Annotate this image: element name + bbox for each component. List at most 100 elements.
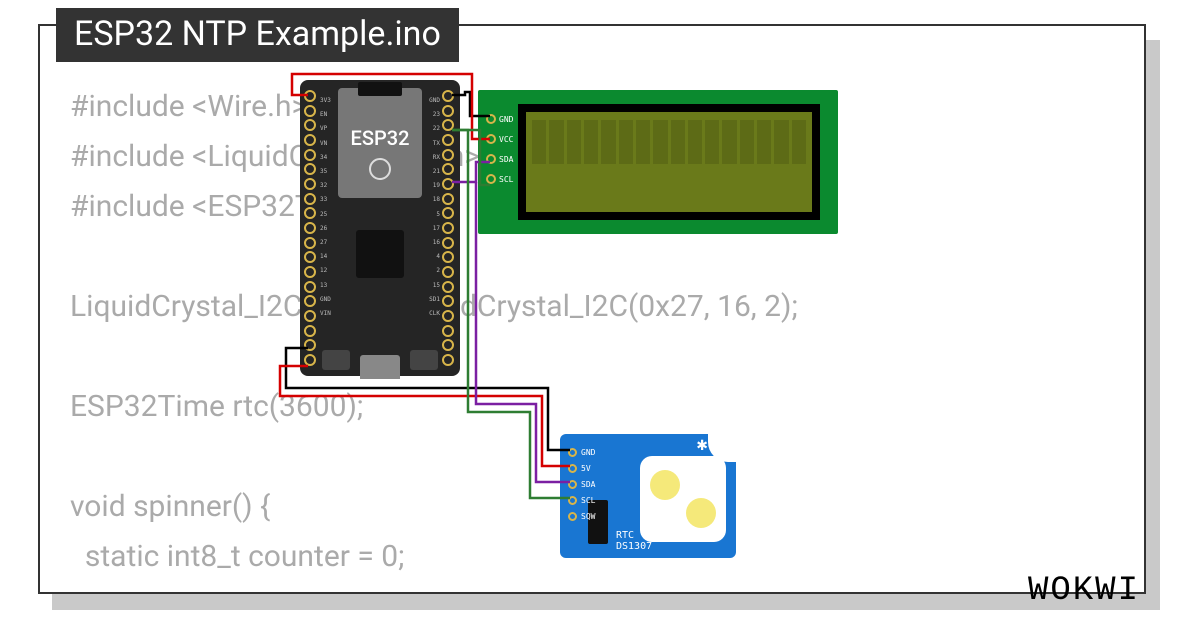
lcd-char-cell bbox=[774, 120, 788, 164]
lcd-char-cell bbox=[671, 120, 685, 164]
lcd-pin: GND bbox=[486, 114, 513, 124]
lcd-module: GND VCC SDA SCL bbox=[478, 90, 838, 234]
lcd-char-cell bbox=[532, 120, 546, 164]
pin-label: GND bbox=[581, 448, 595, 457]
pin-dot bbox=[486, 174, 496, 184]
pin-label: SCL bbox=[499, 175, 513, 184]
pin-pad bbox=[304, 266, 316, 278]
pin-label: VCC bbox=[499, 135, 513, 144]
pin-pad bbox=[442, 251, 454, 263]
antenna-icon bbox=[358, 82, 402, 96]
pin-pad bbox=[442, 310, 454, 322]
pin-pad bbox=[442, 193, 454, 205]
pin-pad bbox=[442, 119, 454, 131]
usb-port-icon bbox=[360, 355, 400, 379]
boot-button bbox=[322, 350, 350, 370]
pin-dot bbox=[568, 464, 577, 473]
lcd-char-cell bbox=[722, 120, 736, 164]
pin-pad bbox=[304, 90, 316, 102]
esp32-board: ESP32 3V3 EN VP VN 34 35 32 33 25 26 27 … bbox=[300, 80, 460, 376]
pin-pad bbox=[442, 354, 454, 366]
coin-cell-holder-icon bbox=[640, 456, 726, 542]
lcd-char-cell bbox=[567, 120, 581, 164]
pin-pad bbox=[442, 339, 454, 351]
adafruit-star-icon: ✱ bbox=[696, 438, 708, 454]
pin-pad bbox=[442, 325, 454, 337]
rtc-pin: GND bbox=[568, 448, 595, 457]
pin-dot bbox=[568, 448, 577, 457]
pin-pad bbox=[304, 325, 316, 337]
pin-pad bbox=[304, 222, 316, 234]
pin-pad bbox=[442, 90, 454, 102]
pin-pad bbox=[304, 163, 316, 175]
lcd-char-cell bbox=[619, 120, 633, 164]
pin-pad bbox=[442, 295, 454, 307]
pin-pad bbox=[304, 119, 316, 131]
rtc-label-line2: DS1307 bbox=[616, 541, 652, 552]
file-title: ESP32 NTP Example.ino bbox=[74, 14, 441, 54]
pin-pad bbox=[442, 134, 454, 146]
rtc-label: RTC DS1307 bbox=[616, 530, 652, 552]
lcd-i2c-pins: GND VCC SDA SCL bbox=[486, 114, 513, 184]
pin-pad bbox=[442, 105, 454, 117]
pin-pad bbox=[442, 163, 454, 175]
pin-dot bbox=[486, 114, 496, 124]
rtc-label-line1: RTC bbox=[616, 530, 652, 541]
preview-card: #include <Wire.h> #include <LiquidCrysta… bbox=[38, 24, 1146, 594]
pin-dot bbox=[568, 512, 577, 521]
esp32-label: ESP32 bbox=[338, 126, 422, 150]
pin-pad bbox=[304, 310, 316, 322]
pin-pad bbox=[304, 134, 316, 146]
pin-pad bbox=[304, 193, 316, 205]
lcd-cell-row bbox=[532, 120, 806, 164]
circuit-diagram: ESP32 3V3 EN VP VN 34 35 32 33 25 26 27 … bbox=[40, 26, 1144, 592]
espressif-logo-icon bbox=[369, 158, 391, 180]
rtc-pin: SDA bbox=[568, 480, 595, 489]
rtc-pin: 5V bbox=[568, 464, 595, 473]
esp32-pins-left bbox=[304, 90, 318, 366]
lcd-pin: SDA bbox=[486, 154, 513, 164]
pin-pad bbox=[304, 295, 316, 307]
pin-pad bbox=[442, 207, 454, 219]
lcd-char-cell bbox=[601, 120, 615, 164]
lcd-screen bbox=[518, 104, 820, 220]
rtc-module: ✱ GND 5V SDA SCL SQW RTC DS1307 bbox=[560, 434, 736, 558]
pin-label: GND bbox=[499, 115, 513, 124]
mcu-chip-icon bbox=[356, 230, 404, 278]
pin-pad bbox=[304, 149, 316, 161]
pin-label: SQW bbox=[581, 512, 595, 521]
lcd-char-cell bbox=[688, 120, 702, 164]
lcd-pin: SCL bbox=[486, 174, 513, 184]
pin-dot bbox=[568, 496, 577, 505]
pin-pad bbox=[442, 266, 454, 278]
pin-pad bbox=[442, 149, 454, 161]
lcd-pin: VCC bbox=[486, 134, 513, 144]
lcd-char-cell bbox=[549, 120, 563, 164]
pin-pad bbox=[442, 237, 454, 249]
pin-label: SDA bbox=[581, 480, 595, 489]
pin-label: SDA bbox=[499, 155, 513, 164]
pin-dot bbox=[486, 154, 496, 164]
pin-label: SCL bbox=[581, 496, 595, 505]
pin-pad bbox=[442, 281, 454, 293]
pin-pad bbox=[304, 207, 316, 219]
lcd-char-cell bbox=[584, 120, 598, 164]
lcd-char-cell bbox=[740, 120, 754, 164]
pin-pad bbox=[442, 178, 454, 190]
lcd-char-cell bbox=[757, 120, 771, 164]
pin-pad bbox=[304, 178, 316, 190]
lcd-char-cell bbox=[792, 120, 806, 164]
lcd-char-cell bbox=[653, 120, 667, 164]
brand-logo: WOKWI bbox=[1028, 572, 1140, 610]
lcd-char-cell bbox=[636, 120, 650, 164]
en-button bbox=[410, 350, 438, 370]
esp32-shield: ESP32 bbox=[338, 88, 422, 198]
file-title-tab: ESP32 NTP Example.ino bbox=[56, 8, 459, 62]
pin-pad bbox=[442, 222, 454, 234]
lcd-char-cell bbox=[705, 120, 719, 164]
pin-dot bbox=[568, 480, 577, 489]
pin-pad bbox=[304, 251, 316, 263]
pin-label: 5V bbox=[581, 464, 591, 473]
rtc-pin: SCL bbox=[568, 496, 595, 505]
pin-pad bbox=[304, 281, 316, 293]
